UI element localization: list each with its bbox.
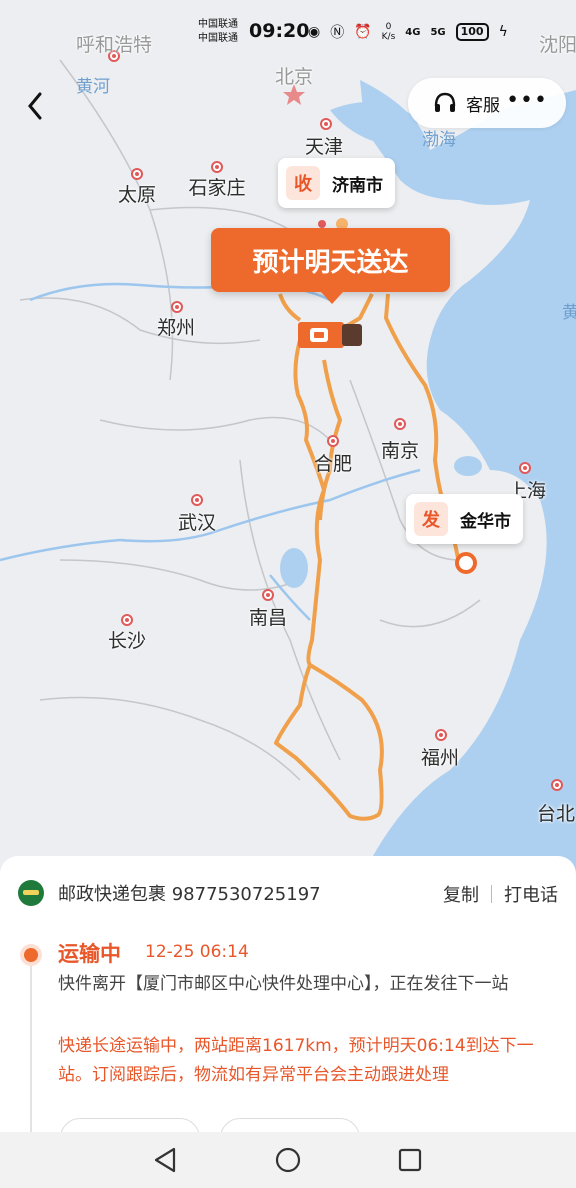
- city-label: 武汉: [177, 512, 217, 534]
- city-label: 太原: [117, 184, 157, 206]
- speed-indicator: 0 K/s: [381, 22, 396, 42]
- battery-icon: 100: [455, 23, 489, 41]
- city-label: 天津: [304, 136, 344, 158]
- sea-label: 渤海: [422, 130, 456, 150]
- destination-city: 济南市: [332, 175, 383, 196]
- tracking-sheet: 邮政快递包裹 9877530725197 复制 打电话 运输中 12-25 06…: [0, 856, 576, 1158]
- customer-service-button[interactable]: 客服: [466, 91, 500, 116]
- city-label: 北京: [274, 66, 314, 88]
- network-4g: 4G: [405, 26, 421, 38]
- truck-icon: [298, 322, 362, 348]
- network-5g: 5G: [430, 26, 446, 38]
- city-label: 长沙: [107, 630, 147, 652]
- divider: [491, 885, 492, 903]
- timeline-line: [30, 966, 32, 1136]
- route-map[interactable]: 呼和浩特 北京 沈阳 天津 太原 石家庄 郑州 合肥 南京 上海 武汉 南昌 长…: [0, 0, 576, 880]
- city-dot: [171, 301, 183, 313]
- city-label: 合肥: [313, 453, 353, 475]
- copy-button[interactable]: 复制: [443, 881, 479, 907]
- call-button[interactable]: 打电话: [504, 881, 558, 907]
- map-base: [0, 59, 576, 880]
- city-dot: [519, 462, 531, 474]
- status-bar: 中国联通 中国联通 09:20 ◉ Ⓝ ⏰ 0 K/s 4G 5G 100 ϟ: [0, 14, 576, 54]
- city-dot: [121, 614, 133, 626]
- package-actions: 复制 打电话: [443, 881, 558, 907]
- status-icons: ◉ Ⓝ ⏰ 0 K/s 4G 5G 100 ϟ: [308, 22, 508, 42]
- tracking-number: 邮政快递包裹 9877530725197: [58, 884, 321, 905]
- origin-city: 金华市: [460, 511, 511, 532]
- headset-icon[interactable]: [432, 90, 458, 116]
- destination-marker[interactable]: 收 济南市: [278, 158, 395, 208]
- clock: 09:20: [249, 20, 310, 42]
- carrier-logo: [18, 880, 44, 906]
- top-actions: 客服 •••: [408, 78, 566, 128]
- carrier-label: 中国联通 中国联通: [198, 19, 238, 44]
- city-dot: [262, 589, 274, 601]
- city-dot: [435, 729, 447, 741]
- send-tag: 发: [414, 502, 448, 536]
- city-label: 郑州: [156, 317, 196, 339]
- chevron-left-icon: [28, 92, 42, 120]
- status-title: 运输中: [58, 942, 121, 966]
- status-time: 12-25 06:14: [145, 942, 249, 962]
- city-label: 石家庄: [188, 177, 246, 199]
- city-dot: [327, 435, 339, 447]
- status-note: 快递长途运输中，两站距离1617km，预计明天06:14到达下一站。订阅跟踪后，…: [58, 1036, 534, 1085]
- city-label: 南昌: [248, 607, 288, 629]
- city-dot: [394, 418, 406, 430]
- city-dot: [551, 779, 563, 791]
- nav-recents-icon[interactable]: [396, 1146, 424, 1174]
- back-button[interactable]: [18, 88, 54, 124]
- nav-back-icon[interactable]: [152, 1146, 180, 1174]
- charging-icon: ϟ: [498, 24, 508, 40]
- city-label: 台北: [536, 803, 576, 825]
- city-dot: [320, 118, 332, 130]
- city-dot: [191, 494, 203, 506]
- receive-tag: 收: [286, 166, 320, 200]
- city-label: 福州: [420, 747, 460, 769]
- media-icon: ◉: [308, 24, 321, 40]
- more-button[interactable]: •••: [506, 88, 548, 113]
- river-label: 黄河: [76, 77, 110, 97]
- status-description: 快件离开【厦门市邮区中心快件处理中心】，正在发往下一站: [58, 974, 509, 994]
- city-dot: [211, 161, 223, 173]
- timeline-dot: [24, 948, 38, 962]
- eta-banner: 预计明天送达: [211, 228, 450, 304]
- origin-marker[interactable]: 发 金华市: [406, 494, 523, 544]
- city-label: 南京: [380, 440, 420, 462]
- nfc-icon: Ⓝ: [330, 25, 345, 41]
- sea-label: 黄: [562, 303, 576, 323]
- alarm-icon: ⏰: [354, 24, 372, 40]
- system-nav-bar: [0, 1132, 576, 1188]
- package-row: 邮政快递包裹 9877530725197 复制 打电话: [18, 878, 558, 908]
- nav-home-icon[interactable]: [274, 1146, 302, 1174]
- city-dot: [131, 168, 143, 180]
